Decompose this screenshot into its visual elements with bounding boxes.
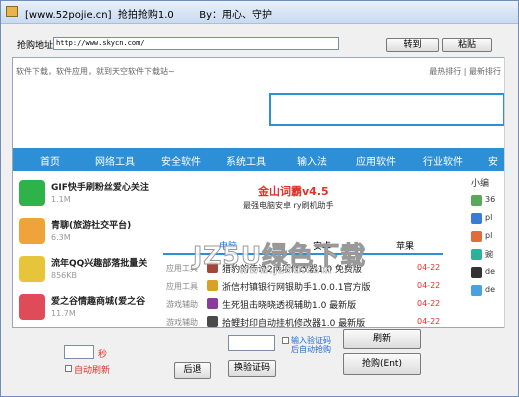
row-date: 04-22 bbox=[417, 263, 441, 272]
item-size: 11.7M bbox=[51, 309, 76, 318]
address-label: 抢购地址: bbox=[17, 41, 57, 51]
refresh-button[interactable]: 刷新 bbox=[343, 329, 421, 349]
item-label: 豌 bbox=[485, 250, 493, 259]
table-row[interactable]: 游戏辅助 生死狙击晓晓透视辅助1.0 最新版 04-22 bbox=[163, 295, 443, 313]
item-label: pl bbox=[485, 231, 493, 240]
address-row: 抢购地址: http://www.skycn.com/ 转到 粘贴 bbox=[1, 24, 518, 52]
list-item[interactable]: 36 bbox=[471, 193, 505, 207]
site-watermark-url: www.jz5u.com bbox=[239, 265, 333, 277]
list-item[interactable]: 青聊(旅游社交平台) 6.3M bbox=[17, 215, 151, 251]
row-date: 04-22 bbox=[417, 281, 441, 290]
site-search-box[interactable] bbox=[269, 93, 505, 126]
row-date: 04-22 bbox=[417, 299, 441, 308]
row-title: 拾鲤封印自动挂机修改器1.0 最新版 bbox=[222, 319, 366, 328]
title-bar: [www.52pojie.cn] 抢拍抢购1.0 By：用心、守护 bbox=[1, 1, 518, 24]
app-icon bbox=[471, 195, 482, 206]
row-category: 游戏辅助 bbox=[166, 318, 198, 327]
nav-home[interactable]: 首页 bbox=[40, 153, 60, 168]
app-icon bbox=[471, 249, 482, 260]
editor-picks-heading: 小编 bbox=[471, 179, 490, 189]
table-row[interactable]: 应用工具 浙信村镇银行网银助手1.0.0.1官方版 04-22 bbox=[163, 277, 443, 295]
list-item[interactable]: pl bbox=[471, 229, 505, 243]
list-item[interactable]: pl bbox=[471, 211, 505, 225]
nav-network-tools[interactable]: 网络工具 bbox=[95, 153, 135, 168]
list-item[interactable]: GIF快手刷粉丝爱心关注 1.1M bbox=[17, 177, 151, 213]
row-category: 游戏辅助 bbox=[166, 300, 198, 309]
row-title: 浙信村镇银行网银助手1.0.0.1官方版 bbox=[222, 283, 371, 293]
input-captcha-checkbox[interactable] bbox=[282, 337, 289, 344]
auto-refresh-checkbox[interactable] bbox=[65, 365, 72, 372]
app-icon bbox=[6, 6, 18, 17]
nav-application[interactable]: 应用软件 bbox=[356, 153, 396, 168]
dog-app-icon bbox=[19, 218, 45, 244]
heart-app-icon bbox=[19, 294, 45, 320]
list-item[interactable]: 豌 bbox=[471, 247, 505, 261]
nav-more[interactable]: 安 bbox=[488, 153, 498, 168]
app-icon bbox=[207, 280, 218, 291]
app-icon bbox=[471, 213, 482, 224]
paste-button[interactable]: 粘贴 bbox=[442, 38, 492, 52]
item-size: 6.3M bbox=[51, 233, 71, 242]
buy-button[interactable]: 抢购(Ent) bbox=[343, 353, 421, 375]
item-name: 青聊(旅游社交平台) bbox=[51, 221, 132, 231]
item-name: 爱之谷情趣商城(爱之谷 bbox=[51, 297, 146, 307]
goto-button[interactable]: 转到 bbox=[386, 38, 439, 52]
nav-industry[interactable]: 行业软件 bbox=[423, 153, 463, 168]
row-category: 应用工具 bbox=[166, 282, 198, 291]
featured-title[interactable]: 金山词霸v4.5 bbox=[258, 183, 329, 199]
app-icon bbox=[471, 231, 482, 242]
app-icon bbox=[207, 298, 218, 309]
item-name: 流年QQ兴趣部落批量关 bbox=[51, 259, 148, 269]
item-label: de bbox=[485, 267, 495, 276]
auto-refresh-label[interactable]: 自动刷新 bbox=[74, 363, 110, 376]
nav-input-method[interactable]: 输入法 bbox=[297, 153, 327, 168]
seconds-unit: 秒 bbox=[98, 350, 108, 360]
table-row[interactable]: 游戏辅助 拾鲤封印自动挂机修改器1.0 最新版 04-22 bbox=[163, 313, 443, 328]
row-date: 04-22 bbox=[417, 317, 441, 326]
site-slogan: 软件下载，软件应用，就到天空软件下载站~ bbox=[16, 67, 175, 76]
item-size: 856KB bbox=[51, 271, 78, 280]
app-icon bbox=[471, 285, 482, 296]
item-label: de bbox=[485, 285, 495, 294]
seconds-input[interactable] bbox=[64, 345, 94, 359]
site-nav: 首页 网络工具 安全软件 系统工具 输入法 应用软件 行业软件 安 bbox=[13, 148, 505, 171]
gif-app-icon bbox=[19, 180, 45, 206]
list-item[interactable]: 流年QQ兴趣部落批量关 856KB bbox=[17, 253, 151, 289]
list-item[interactable]: de bbox=[471, 283, 505, 297]
nav-security[interactable]: 安全软件 bbox=[161, 153, 201, 168]
change-captcha-button[interactable]: 换验证码 bbox=[228, 360, 276, 377]
captcha-input[interactable] bbox=[228, 335, 275, 351]
rank-links[interactable]: 最热排行 | 最新排行 bbox=[429, 66, 501, 77]
window-title: [www.52pojie.cn] 抢拍抢购1.0 By：用心、守护 bbox=[25, 10, 272, 21]
address-input[interactable]: http://www.skycn.com/ bbox=[53, 37, 339, 50]
zhiyi-app-icon bbox=[19, 256, 45, 282]
item-name: GIF快手刷粉丝爱心关注 bbox=[51, 183, 149, 193]
nav-system-tools[interactable]: 系统工具 bbox=[226, 153, 266, 168]
featured-subtitle: 最强电脑安卓 ry刷机助手 bbox=[243, 201, 334, 210]
item-size: 1.1M bbox=[51, 195, 71, 204]
list-item[interactable]: 爱之谷情趣商城(爱之谷 11.7M bbox=[17, 291, 151, 327]
editor-picks: 小编 36 pl pl 豌 de de bbox=[468, 171, 505, 327]
app-icon bbox=[471, 267, 482, 278]
list-item[interactable]: de bbox=[471, 265, 505, 279]
tab-apple[interactable]: 苹果 bbox=[396, 239, 414, 252]
app-list: GIF快手刷粉丝爱心关注 1.1M 青聊(旅游社交平台) 6.3M 流年QQ兴趣… bbox=[13, 171, 151, 327]
item-label: 36 bbox=[485, 195, 496, 204]
app-icon bbox=[207, 316, 218, 327]
captcha-auto-hint: 后自动抢购 bbox=[291, 345, 331, 354]
app-window: [www.52pojie.cn] 抢拍抢购1.0 By：用心、守护 抢购地址: … bbox=[0, 0, 519, 397]
row-title: 生死狙击晓晓透视辅助1.0 最新版 bbox=[222, 301, 357, 311]
back-button[interactable]: 后退 bbox=[174, 362, 211, 379]
web-browser[interactable]: 软件下载，软件应用，就到天空软件下载站~ 最热排行 | 最新排行 首页 网络工具… bbox=[12, 57, 506, 328]
item-label: pl bbox=[485, 213, 493, 222]
vertical-scrollbar[interactable] bbox=[504, 57, 518, 328]
